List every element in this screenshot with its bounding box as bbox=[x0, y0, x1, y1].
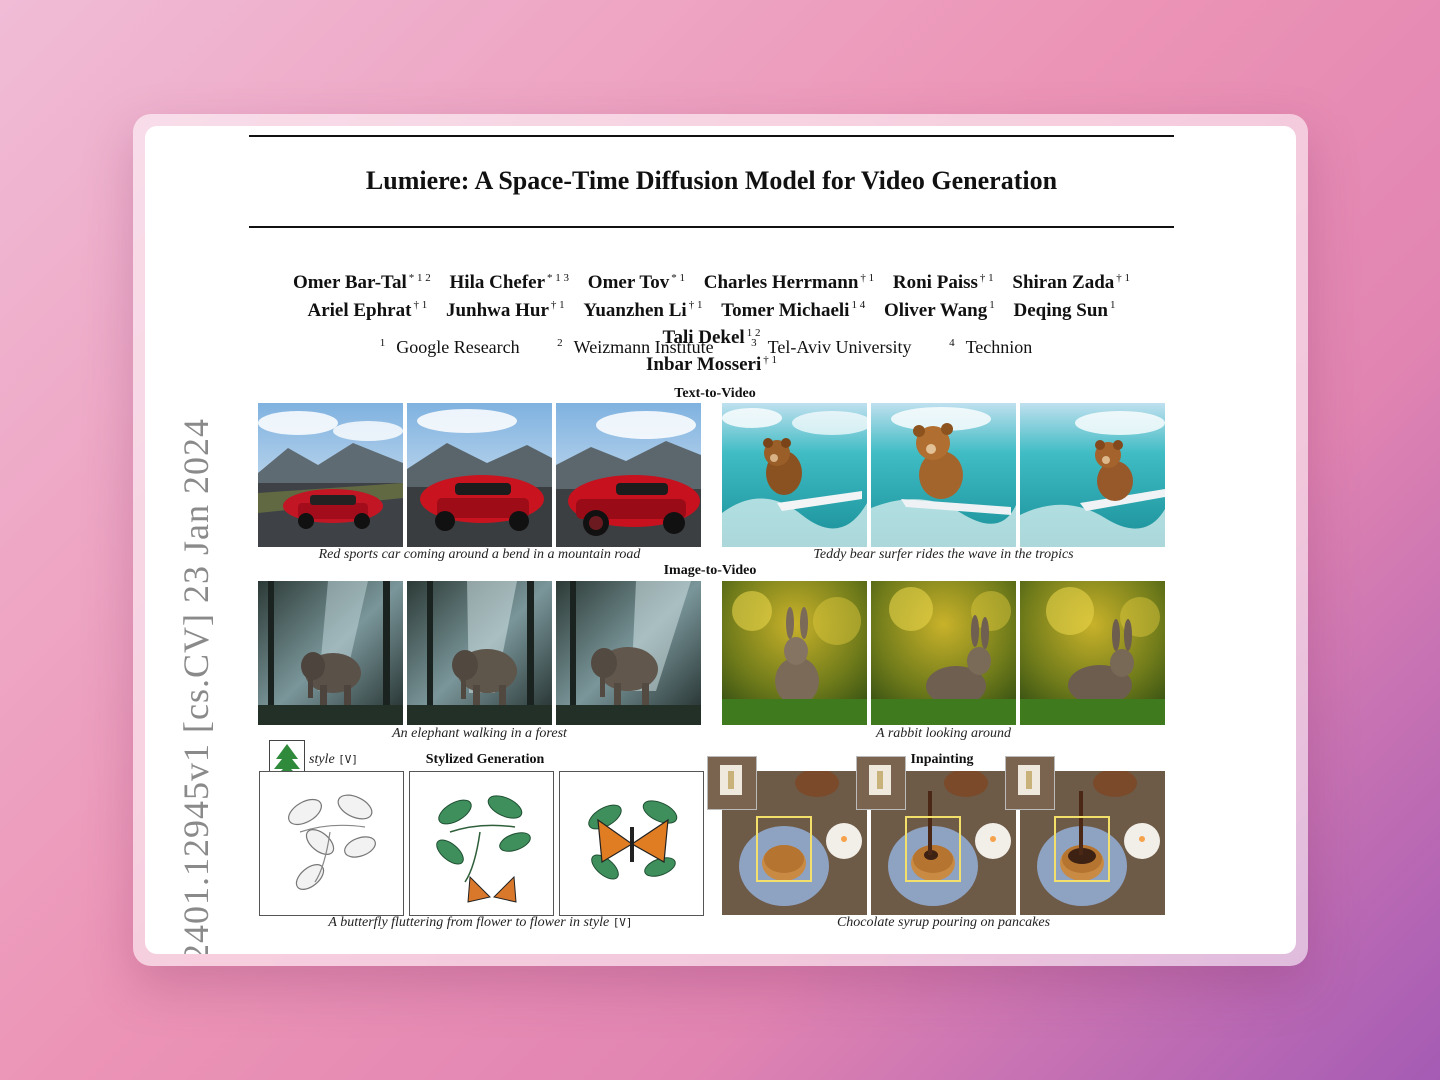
rabbit-frame-1 bbox=[722, 581, 867, 725]
style-label: style [V] bbox=[309, 752, 359, 767]
author: Ariel Ephrat † 1 bbox=[307, 299, 428, 321]
paper-title: Lumiere: A Space-Time Diffusion Model fo… bbox=[365, 166, 1058, 195]
section-title-text-to-video: Text-to-Video bbox=[674, 386, 756, 401]
affiliations: 1 Google Research 2 Weizmann Institute 3 Te… bbox=[249, 337, 1174, 358]
bear-frame-3 bbox=[1020, 403, 1165, 547]
author: Omer Tov * 1 bbox=[587, 272, 686, 294]
paper-page: 2401.12945v1 [cs.CV] 23 Jan 2024 Lumiere… bbox=[145, 126, 1296, 954]
elephant-frame-1 bbox=[258, 581, 403, 725]
bear-frame-2 bbox=[871, 403, 1016, 547]
arxiv-stamp: 2401.12945v1 [cs.CV] 23 Jan 2024 bbox=[176, 418, 216, 954]
caption-butterfly: A butterfly fluttering from flower to fl… bbox=[328, 915, 633, 930]
section-title-image-to-video: Image-to-Video bbox=[663, 563, 757, 578]
author: Shiran Zada † 1 bbox=[1012, 272, 1131, 294]
stylized-frame-3 bbox=[559, 771, 704, 916]
author: Oliver Wang 1 bbox=[883, 299, 995, 321]
affiliation: 1 Google Research bbox=[379, 337, 520, 357]
caption-pancakes: Chocolate syrup pouring on pancakes bbox=[836, 915, 1051, 930]
affiliation: 3 Tel-Aviv University bbox=[751, 337, 912, 357]
rabbit-frame-3 bbox=[1020, 581, 1165, 725]
author: Yuanzhen Li † 1 bbox=[583, 299, 703, 321]
title-bottom-rule bbox=[249, 226, 1174, 228]
caption-car: Red sports car coming around a bend in a… bbox=[318, 547, 641, 562]
author: Hila Chefer * 1 3 bbox=[449, 272, 570, 294]
author-line-1: Omer Bar-Tal * 1 2 Hila Chefer * 1 3 Omer … bbox=[249, 267, 1174, 294]
author: Charles Herrmann † 1 bbox=[703, 272, 875, 294]
inpaint-input-thumb-3 bbox=[1005, 756, 1055, 810]
car-frame-3 bbox=[556, 403, 701, 547]
section-title-stylized-generation: Stylized Generation bbox=[425, 752, 545, 767]
car-frame-2 bbox=[407, 403, 552, 547]
caption-rabbit: A rabbit looking around bbox=[876, 726, 1011, 741]
stylized-frame-1 bbox=[259, 771, 404, 916]
rabbit-frame-2 bbox=[871, 581, 1016, 725]
inpaint-input-thumb-2 bbox=[856, 756, 906, 810]
elephant-frame-3 bbox=[556, 581, 701, 725]
author: Tomer Michaeli 1 4 bbox=[721, 299, 866, 321]
affiliation: 2 Weizmann Institute bbox=[557, 337, 714, 357]
top-rule bbox=[249, 135, 1174, 137]
stylized-frame-2 bbox=[409, 771, 554, 916]
author: Roni Paiss † 1 bbox=[892, 272, 994, 294]
author: Omer Bar-Tal * 1 2 bbox=[292, 272, 431, 294]
inpaint-input-thumb-1 bbox=[707, 756, 757, 810]
author-list: Omer Bar-Tal * 1 2 Hila Chefer * 1 3 Omer … bbox=[249, 267, 1174, 376]
caption-bear: Teddy bear surfer rides the wave in the … bbox=[813, 547, 1074, 562]
caption-elephant: An elephant walking in a forest bbox=[392, 726, 567, 741]
author: Deqing Sun 1 bbox=[1013, 299, 1116, 321]
affiliation: 4 Technion bbox=[949, 337, 1033, 357]
bear-frame-1 bbox=[722, 403, 867, 547]
car-frame-1 bbox=[258, 403, 403, 547]
author: Junhwa Hur † 1 bbox=[445, 299, 565, 321]
elephant-frame-2 bbox=[407, 581, 552, 725]
